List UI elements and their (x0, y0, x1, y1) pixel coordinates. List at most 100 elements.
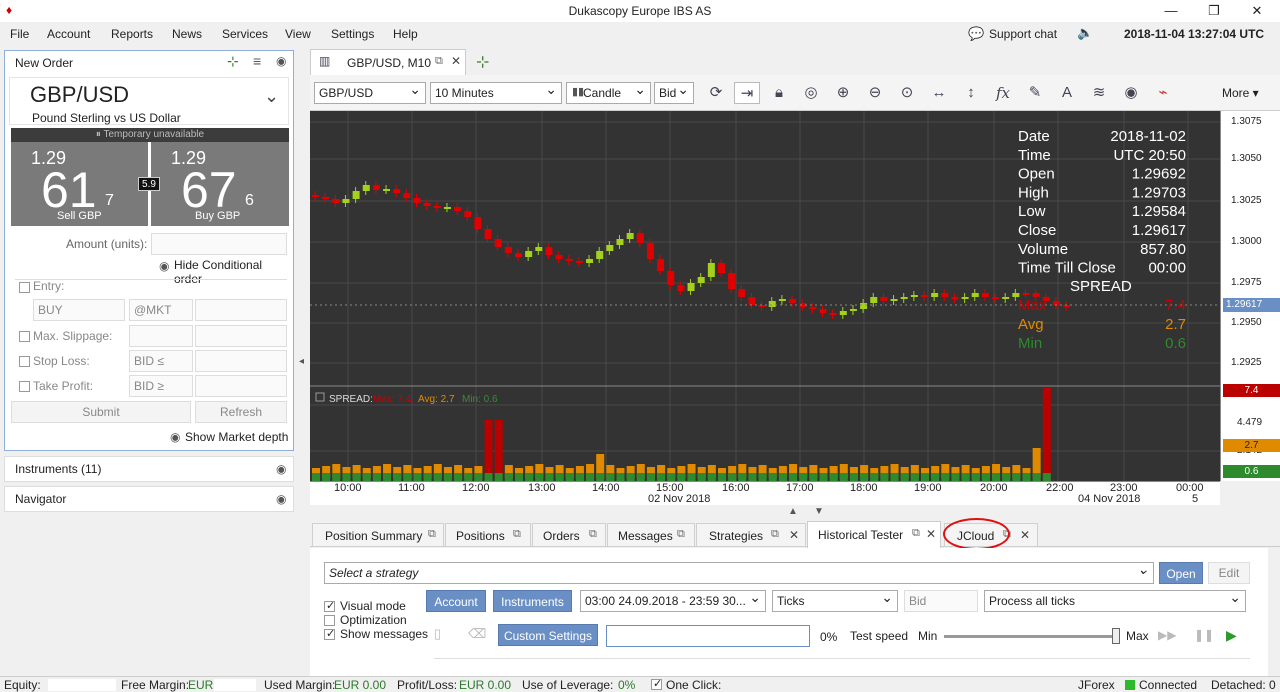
indicators-icon[interactable]: fx (990, 82, 1016, 104)
tab-positions[interactable]: Positions ⧉ (445, 523, 531, 547)
slippage-field[interactable] (129, 325, 193, 347)
zoom-area-icon[interactable]: ⊙ (894, 82, 920, 104)
undock-icon[interactable]: ⧉ (428, 528, 436, 541)
tab-messages[interactable]: Messages ⧉ (607, 523, 695, 547)
speed-slider-track[interactable] (944, 635, 1120, 638)
tab-strategies[interactable]: Strategies ⧉ ✕ (696, 523, 806, 547)
time-axis[interactable]: 10:00 11:00 12:00 13:00 14:00 15:00 16:00 17:00… (310, 481, 1220, 505)
alert-icon[interactable]: ⌁ (1150, 82, 1176, 104)
takeprofit-side[interactable]: BID ≥ (129, 375, 193, 397)
undock-icon[interactable]: ⧉ (771, 528, 779, 541)
drawing-pen-icon[interactable]: ✎ (1022, 82, 1048, 104)
eye-icon[interactable]: ◉ (276, 462, 286, 476)
slippage-checkbox[interactable] (19, 331, 30, 342)
menu-news[interactable]: News (172, 27, 202, 41)
scrollbar[interactable] (1268, 548, 1280, 676)
close-tab-icon[interactable]: ✕ (1020, 528, 1030, 542)
open-button[interactable]: Open (1159, 562, 1203, 584)
chart-tab[interactable]: ▥ GBP/USD, M10 ⧉ ✕ (310, 49, 466, 75)
add-order-icon[interactable]: ⊹ (227, 53, 239, 70)
entry-checkbox[interactable] (19, 282, 30, 293)
maximize-button[interactable]: ❐ (1203, 2, 1225, 20)
zoom-out-icon[interactable]: ⊖ (862, 82, 888, 104)
entry-type-field[interactable]: @MKT (129, 299, 193, 321)
entry-side-field[interactable]: BUY (33, 299, 125, 321)
optimization-checkbox[interactable] (324, 615, 335, 626)
instrument-select[interactable]: GBP/USD (314, 79, 426, 104)
close-tab-icon[interactable]: ✕ (789, 528, 799, 542)
buy-button[interactable]: 1.29 67 6 Buy GBP (151, 142, 289, 226)
market-depth-link[interactable]: Show Market depth (185, 430, 288, 444)
more-button[interactable]: More ▾ (1222, 86, 1259, 100)
close-button[interactable]: ✕ (1246, 2, 1268, 20)
copy-icon[interactable]: ▯ (434, 626, 441, 642)
undock-icon[interactable]: ⧉ (912, 527, 920, 540)
lock-icon[interactable]: 🔒︎ (766, 82, 792, 104)
menu-account[interactable]: Account (47, 27, 90, 41)
add-chart-icon[interactable]: ⊹ (476, 52, 489, 72)
minimize-button[interactable]: — (1160, 2, 1182, 20)
visual-mode-checkbox[interactable] (324, 599, 335, 612)
ticks-select[interactable]: Ticks (772, 587, 898, 612)
show-messages-checkbox[interactable] (324, 627, 335, 640)
splitter-up-icon[interactable]: ▲ (788, 506, 798, 517)
visibility-icon[interactable]: ◉ (1118, 82, 1144, 104)
menu-settings[interactable]: Settings (331, 27, 374, 41)
shift-chart-icon[interactable]: ⇥ (734, 82, 760, 104)
fast-forward-icon[interactable]: ▶▶ (1158, 628, 1176, 642)
offer-side-select[interactable]: Bid (654, 79, 694, 104)
menu-reports[interactable]: Reports (111, 27, 153, 41)
period-select[interactable]: 10 Minutes (430, 79, 562, 104)
takeprofit-price[interactable] (195, 375, 287, 397)
submit-button[interactable]: Submit (11, 401, 191, 423)
bid-field[interactable]: Bid (904, 590, 978, 612)
sell-button[interactable]: 1.29 61 7 Sell GBP (11, 142, 148, 226)
eye-icon[interactable]: ◉ (276, 492, 286, 506)
tab-historical-tester[interactable]: Historical Tester ⧉ ✕ (807, 521, 941, 548)
close-tab-icon[interactable]: ✕ (451, 54, 461, 68)
process-select[interactable]: Process all ticks (984, 587, 1246, 612)
close-tab-icon[interactable]: ✕ (926, 527, 936, 541)
undock-icon[interactable]: ⧉ (589, 528, 597, 541)
undock-icon[interactable]: ⧉ (677, 528, 685, 541)
refresh-icon[interactable]: ⟳ (703, 82, 729, 104)
hide-conditional-link[interactable]: Hide Conditional order (174, 258, 293, 286)
zoom-in-icon[interactable]: ⊕ (830, 82, 856, 104)
price-chart[interactable]: SPREAD: Max: 7.4, Avg: 2.7 Min: 0.6 Date… (310, 111, 1220, 481)
stoploss-price[interactable] (195, 350, 287, 372)
menu-view[interactable]: View (285, 27, 311, 41)
collapse-left-icon[interactable]: ◂ (299, 356, 304, 367)
clear-icon[interactable]: ⌫ (468, 626, 486, 642)
one-click-checkbox[interactable] (651, 677, 662, 690)
amount-input[interactable] (151, 233, 287, 255)
vertical-stretch-icon[interactable]: ↕ (958, 82, 984, 104)
speed-slider-thumb[interactable] (1112, 628, 1120, 644)
tab-position-summary[interactable]: Position Summary ⧉ (312, 523, 444, 547)
strategy-select[interactable]: Select a strategy (324, 559, 1154, 584)
price-axis[interactable]: 1.3075 1.3050 1.3025 1.3000 1.2975 1.2950 1.29… (1220, 111, 1280, 481)
custom-settings-button[interactable]: Custom Settings (498, 624, 598, 646)
takeprofit-checkbox[interactable] (19, 381, 30, 392)
stoploss-checkbox[interactable] (19, 356, 30, 367)
horizontal-stretch-icon[interactable]: ↔ (926, 82, 952, 104)
speaker-icon[interactable]: 🔈 (1077, 25, 1093, 41)
period-range-select[interactable]: 03:00 24.09.2018 - 23:59 30... (580, 587, 766, 612)
splitter-down-icon[interactable]: ▼ (814, 506, 824, 517)
tab-orders[interactable]: Orders ⧉ (532, 523, 606, 547)
navigator-panel[interactable]: Navigator ◉ (4, 486, 294, 512)
stoploss-side[interactable]: BID ≤ (129, 350, 193, 372)
undock-icon[interactable]: ⧉ (513, 528, 521, 541)
undock-icon[interactable]: ⧉ (435, 55, 443, 68)
menu-help[interactable]: Help (393, 27, 418, 41)
entry-price-field[interactable] (195, 299, 287, 321)
zoom-fit-icon[interactable]: ◎ (798, 82, 824, 104)
layers-icon[interactable]: ≋ (1086, 82, 1112, 104)
eye-icon[interactable]: ◉ (276, 54, 286, 68)
menu-services[interactable]: Services (222, 27, 268, 41)
instruments-panel[interactable]: Instruments (11) ◉ (4, 456, 294, 482)
refresh-button[interactable]: Refresh (195, 401, 287, 423)
instrument-selector[interactable]: GBP/USD Pound Sterling vs US Dollar ⌄ (9, 77, 289, 125)
menu-icon[interactable]: ≡ (253, 53, 261, 69)
play-icon[interactable]: ▶ (1226, 627, 1237, 644)
menu-file[interactable]: File (10, 27, 29, 41)
